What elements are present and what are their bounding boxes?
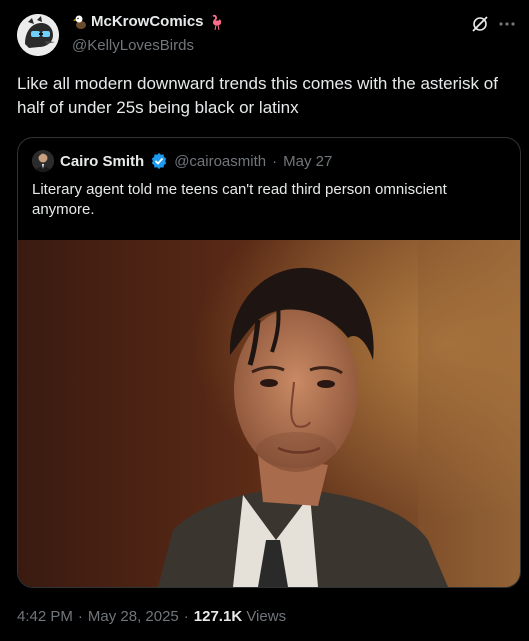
dot-separator: · — [272, 152, 278, 170]
quoted-author-avatar — [32, 150, 54, 172]
tweet-date[interactable]: May 28, 2025 — [88, 608, 179, 625]
person-avatar-icon — [32, 150, 54, 172]
views-label: Views — [246, 608, 287, 625]
tweet-time[interactable]: 4:42 PM — [17, 608, 73, 625]
quoted-tweet-text: Literary agent told me teens can't read … — [32, 181, 447, 218]
author-avatar[interactable] — [17, 14, 59, 56]
quoted-tweet-photo[interactable] — [18, 240, 520, 587]
quoted-tweet-card[interactable]: Cairo Smith @cairoasmith · May 27 Litera… — [17, 137, 521, 588]
crow-avatar-icon — [17, 14, 59, 56]
author-handle[interactable]: @KellyLovesBirds — [72, 37, 194, 54]
author-name-row[interactable]: McKrowComics — [72, 13, 223, 30]
flamingo-emoji-icon — [209, 14, 221, 30]
quoted-author-name: Cairo Smith — [60, 152, 145, 170]
eagle-emoji-icon — [73, 15, 86, 29]
quoted-author-handle: @cairoasmith — [174, 152, 267, 170]
tweet-meta: 4:42 PM · May 28, 2025 · 127.1K Views — [17, 608, 286, 625]
quoted-tweet-date: May 27 — [283, 152, 333, 170]
more-options-icon[interactable] — [497, 14, 517, 34]
grok-icon[interactable] — [471, 15, 489, 33]
meta-separator: · — [77, 608, 83, 625]
meta-separator: · — [183, 608, 189, 625]
author-display-name: McKrowComics — [91, 13, 204, 30]
views-count: 127.1K — [193, 608, 243, 625]
tweet-text: Like all modern downward trends this com… — [17, 74, 498, 117]
quoted-tweet-header: Cairo Smith @cairoasmith · May 27 — [32, 150, 332, 172]
verified-badge-icon — [151, 152, 167, 170]
tweet-header: McKrowComics @KellyLovesBirds — [17, 12, 517, 58]
